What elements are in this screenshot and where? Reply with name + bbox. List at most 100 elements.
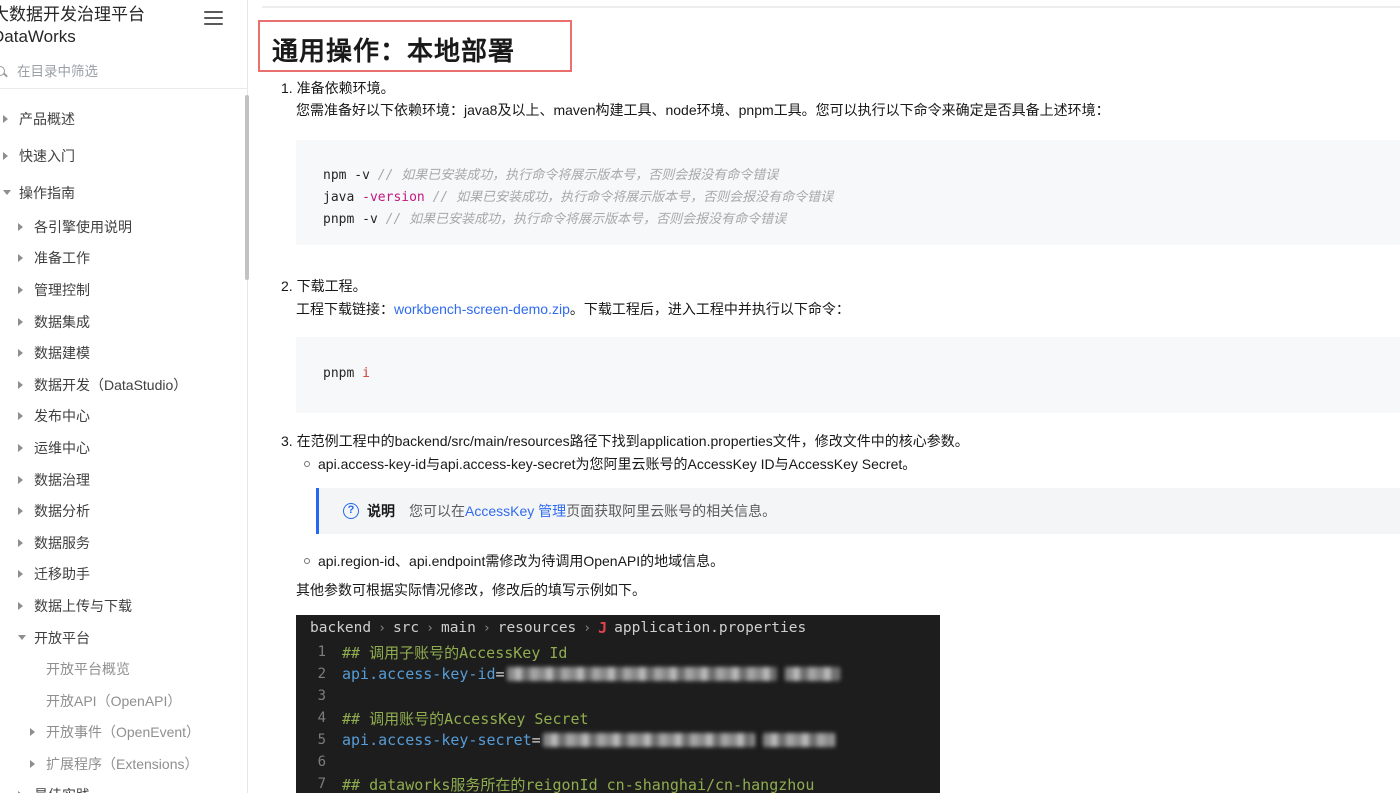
- sidebar-item-label: 管理控制: [34, 281, 90, 298]
- sidebar-item-label: 数据上传与下载: [34, 597, 132, 614]
- line-number: 5: [317, 732, 326, 748]
- chevron-down-icon[interactable]: [18, 635, 28, 640]
- breadcrumb-separator: ›: [583, 620, 592, 636]
- editor-line: 3: [296, 685, 940, 707]
- sidebar-item[interactable]: 快速入门: [0, 137, 247, 174]
- chevron-right-icon[interactable]: [3, 115, 13, 123]
- breadcrumb: backend › src › main › resources › Japplication.…: [310, 619, 807, 637]
- sidebar-item[interactable]: 数据开发（DataStudio）: [0, 369, 247, 401]
- line-number: 7: [317, 776, 326, 792]
- breadcrumb-filename: application.properties: [614, 620, 807, 636]
- chevron-right-icon[interactable]: [18, 349, 28, 357]
- sidebar-item-label: 数据分析: [34, 503, 90, 520]
- step3-closing-paragraph: 其他参数可根据实际情况修改，修改后的填写示例如下。: [296, 582, 646, 598]
- sidebar-item[interactable]: 管理控制: [0, 274, 247, 306]
- sidebar-item-label: 开放API（OpenAPI）: [46, 692, 182, 709]
- editor-line: 7 ## dataworks服务所在的reigonId cn-shanghai/c…: [296, 773, 940, 793]
- code-comment: // 如果已安装成功，执行命令将展示版本号，否则会报没有命令错误: [385, 212, 787, 227]
- code-line: java -version // 如果已安装成功，执行命令将展示版本号，否则会报…: [323, 190, 834, 205]
- sidebar-item[interactable]: 准备工作: [0, 243, 247, 275]
- sidebar-item[interactable]: 发布中心: [0, 401, 247, 433]
- search-input[interactable]: [17, 64, 197, 79]
- code-block-pnpm-install: pnpm i: [296, 337, 1400, 413]
- accesskey-manage-link[interactable]: AccessKey 管理: [465, 503, 566, 519]
- bullet-icon: [304, 461, 310, 467]
- sidebar-item[interactable]: 开放API（OpenAPI）: [0, 685, 247, 717]
- sidebar-item[interactable]: 开放平台概览: [0, 653, 247, 685]
- bullet-icon: [304, 558, 310, 564]
- code-editor-screenshot: backend › src › main › resources › Japplication.…: [296, 615, 940, 793]
- step2-heading: 2. 下载工程。: [281, 278, 367, 294]
- sidebar-item[interactable]: 数据建模: [0, 337, 247, 369]
- sidebar-item[interactable]: 数据分析: [0, 495, 247, 527]
- sidebar-item-label: 数据建模: [34, 345, 90, 362]
- breadcrumb-separator: ›: [426, 620, 434, 636]
- page-title: 通用操作：本地部署: [272, 36, 516, 66]
- chevron-right-icon[interactable]: [18, 286, 28, 294]
- chevron-right-icon[interactable]: [18, 381, 28, 389]
- code-comment: // 如果已安装成功，执行命令将展示版本号，否则会报没有命令错误: [424, 190, 834, 205]
- editor-line: 2 api.access-key-id =: [296, 663, 940, 685]
- chevron-right-icon[interactable]: [18, 444, 28, 452]
- code-line: pnpm -v // 如果已安装成功，执行命令将展示版本号，否则会报没有命令错误: [323, 212, 787, 227]
- line-number: 3: [317, 688, 326, 704]
- chevron-down-icon[interactable]: [3, 190, 13, 195]
- sidebar-item[interactable]: 开放事件（OpenEvent）: [0, 717, 247, 749]
- redacted-value: [762, 733, 835, 747]
- chevron-right-icon[interactable]: [30, 760, 40, 768]
- sidebar-item-label: 数据服务: [34, 534, 90, 551]
- sidebar-item[interactable]: 数据服务: [0, 527, 247, 559]
- sidebar-item[interactable]: 迁移助手: [0, 559, 247, 591]
- sidebar-item[interactable]: 数据上传与下载: [0, 590, 247, 622]
- chevron-right-icon[interactable]: [18, 507, 28, 515]
- code-line: npm -v // 如果已安装成功，执行命令将展示版本号，否则会报没有命令错误: [323, 168, 779, 183]
- sidebar-item-label: 开放平台概览: [46, 661, 130, 678]
- chevron-right-icon[interactable]: [18, 223, 28, 231]
- toc-search[interactable]: [0, 55, 248, 89]
- sidebar-item[interactable]: 产品概述: [0, 100, 247, 137]
- download-zip-link[interactable]: workbench-screen-demo.zip: [394, 301, 570, 317]
- sidebar-item[interactable]: 数据治理: [0, 464, 247, 496]
- editor-line: 5 api.access-key-secret =: [296, 729, 940, 751]
- chevron-right-icon[interactable]: [18, 254, 28, 262]
- bullet-item: api.region-id、api.endpoint需修改为待调用OpenAPI…: [304, 551, 724, 571]
- chevron-right-icon[interactable]: [18, 412, 28, 420]
- sidebar-item-label: 准备工作: [34, 250, 90, 267]
- sidebar-item-label: 最佳实践: [34, 785, 90, 793]
- sidebar-item-label: 数据治理: [34, 471, 90, 488]
- java-file-icon: J: [598, 619, 608, 637]
- chevron-right-icon[interactable]: [18, 602, 28, 610]
- step1-heading: 1. 准备依赖环境。: [281, 80, 395, 96]
- sidebar-nav: 产品概述 快速入门 操作指南 各引擎使用说明准备工作管理控制数据集成数据建模数据开发（…: [0, 100, 247, 793]
- sidebar-item[interactable]: 各引擎使用说明: [0, 211, 247, 243]
- chevron-right-icon[interactable]: [18, 476, 28, 484]
- sidebar-item[interactable]: 运维中心: [0, 432, 247, 464]
- sidebar-item[interactable]: 开放平台: [0, 622, 247, 654]
- sidebar-item-label: 迁移助手: [34, 566, 90, 583]
- chevron-right-icon[interactable]: [18, 539, 28, 547]
- breadcrumb-separator: ›: [482, 620, 491, 636]
- line-number: 2: [317, 666, 326, 682]
- sidebar-item-label: 开放平台: [34, 629, 90, 646]
- sidebar-item[interactable]: 扩展程序（Extensions）: [0, 748, 247, 780]
- annotation-highlight-box: 通用操作：本地部署: [258, 20, 572, 72]
- chevron-right-icon[interactable]: [30, 728, 40, 736]
- sidebar-item-label: 扩展程序（Extensions）: [46, 755, 199, 772]
- sidebar-item-label: 数据集成: [34, 313, 90, 330]
- sidebar-item[interactable]: 最佳实践: [0, 780, 247, 793]
- step3-heading: 3. 在范例工程中的backend/src/main/resources路径下找…: [281, 433, 969, 449]
- step2-paragraph: 工程下载链接：workbench-screen-demo.zip。下载工程后，进…: [296, 301, 850, 317]
- note-callout: ? 说明 您可以在AccessKey 管理页面获取阿里云账号的相关信息。: [316, 488, 1400, 534]
- sidebar-item[interactable]: 操作指南: [0, 174, 247, 211]
- chevron-right-icon[interactable]: [3, 152, 13, 160]
- breadcrumb-separator: ›: [378, 620, 386, 636]
- redacted-value: [784, 667, 840, 681]
- editor-line: 6: [296, 751, 940, 773]
- menu-icon[interactable]: [204, 11, 223, 26]
- content-top-divider: [262, 6, 1400, 8]
- chevron-right-icon[interactable]: [18, 318, 28, 326]
- docs-sidebar: 大数据开发治理平台 DataWorks 产品概述快速入门操作指南各引擎使用说明准…: [0, 0, 249, 793]
- code-line: pnpm i: [323, 366, 370, 381]
- chevron-right-icon[interactable]: [18, 570, 28, 578]
- sidebar-item[interactable]: 数据集成: [0, 306, 247, 338]
